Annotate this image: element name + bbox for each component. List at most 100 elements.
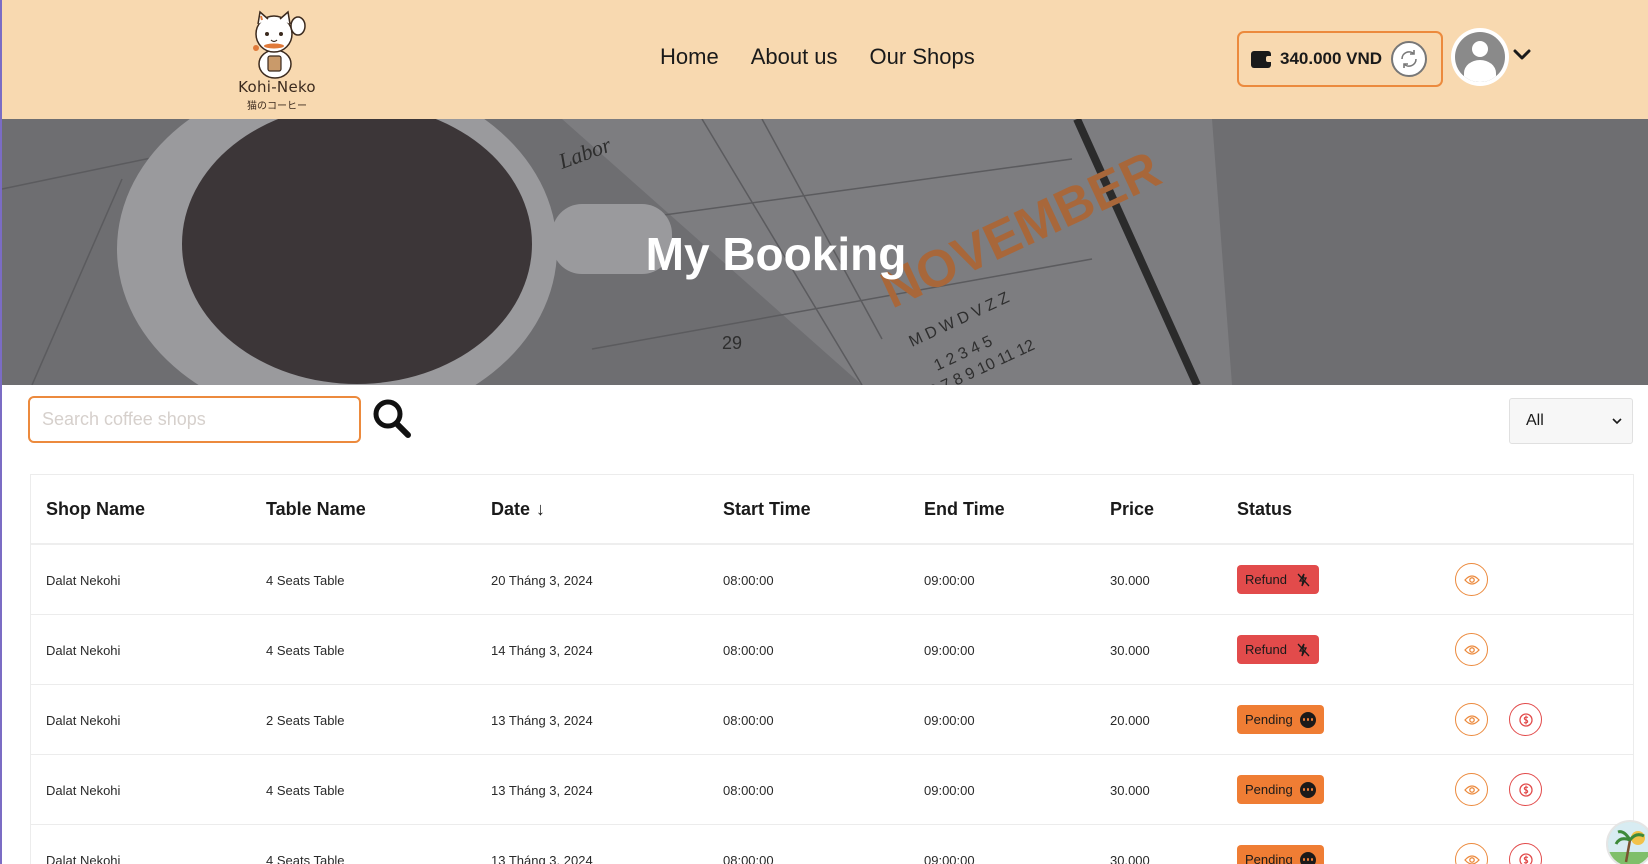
eye-icon (1463, 854, 1480, 864)
cell-table-name: 4 Seats Table (266, 573, 345, 588)
view-booking-button[interactable] (1455, 563, 1488, 596)
cell-price: 30.000 (1110, 783, 1150, 798)
status-badge: Refund (1237, 565, 1319, 594)
cell-table-name: 4 Seats Table (266, 853, 345, 864)
eye-icon (1463, 784, 1480, 795)
floating-widget-button[interactable] (1606, 820, 1648, 864)
refresh-icon (1401, 50, 1417, 68)
cell-date: 13 Tháng 3, 2024 (491, 783, 593, 798)
cell-end-time: 09:00:00 (924, 713, 975, 728)
user-avatar[interactable] (1451, 28, 1509, 86)
eye-icon (1463, 574, 1480, 585)
cell-end-time: 09:00:00 (924, 573, 975, 588)
table-header: Shop Name Table Name Date ↓ Start Time En… (31, 475, 1633, 545)
cell-end-time: 09:00:00 (924, 853, 975, 864)
wallet-box[interactable]: 340.000 VND (1237, 31, 1443, 87)
logo[interactable]: Kohi-Neko 猫のコーヒー (222, 4, 332, 116)
cell-table-name: 4 Seats Table (266, 783, 345, 798)
svg-text:29: 29 (722, 333, 742, 353)
column-header-date[interactable]: Date ↓ (491, 499, 545, 520)
cell-date: 14 Tháng 3, 2024 (491, 643, 593, 658)
view-booking-button[interactable] (1455, 633, 1488, 666)
nav-home[interactable]: Home (660, 44, 719, 70)
status-filter-value: All (1526, 412, 1544, 429)
sort-desc-icon: ↓ (536, 499, 546, 519)
nav-our-shops[interactable]: Our Shops (870, 44, 975, 70)
more-dots-icon (1300, 781, 1316, 798)
bookings-table: Shop Name Table Name Date ↓ Start Time En… (30, 474, 1634, 864)
search-icon[interactable] (371, 397, 413, 441)
cell-price: 20.000 (1110, 713, 1150, 728)
cell-date: 13 Tháng 3, 2024 (491, 713, 593, 728)
status-label: Refund (1245, 642, 1287, 657)
cell-start-time: 08:00:00 (723, 853, 774, 864)
column-header-end-time[interactable]: End Time (924, 499, 1005, 520)
cell-start-time: 08:00:00 (723, 713, 774, 728)
money-refund-icon (1518, 782, 1533, 797)
refresh-button[interactable] (1391, 41, 1427, 77)
view-booking-button[interactable] (1455, 843, 1488, 864)
no-money-icon (1295, 572, 1311, 588)
view-booking-button[interactable] (1455, 703, 1488, 736)
eye-icon (1463, 644, 1480, 655)
cell-shop-name: Dalat Nekohi (46, 853, 121, 864)
main-nav: Home About us Our Shops (660, 44, 975, 70)
table-row: Dalat Nekohi 4 Seats Table 13 Tháng 3, 2… (31, 825, 1633, 864)
view-booking-button[interactable] (1455, 773, 1488, 806)
cell-start-time: 08:00:00 (723, 573, 774, 588)
column-header-start-time[interactable]: Start Time (723, 499, 811, 520)
column-header-date-label: Date (491, 499, 531, 519)
cell-table-name: 4 Seats Table (266, 643, 345, 658)
status-badge: Pending (1237, 775, 1324, 804)
cell-date: 20 Tháng 3, 2024 (491, 573, 593, 588)
table-row: Dalat Nekohi 4 Seats Table 13 Tháng 3, 2… (31, 755, 1633, 825)
lucky-cat-logo-icon (253, 10, 306, 79)
request-refund-button[interactable] (1509, 773, 1542, 806)
cell-date: 13 Tháng 3, 2024 (491, 853, 593, 864)
logo-name: Kohi-Neko (238, 78, 316, 96)
cell-shop-name: Dalat Nekohi (46, 783, 121, 798)
money-refund-icon (1518, 712, 1533, 727)
wallet-balance: 340.000 VND (1280, 49, 1383, 68)
page-title: My Booking (645, 228, 907, 280)
more-dots-icon (1300, 851, 1316, 864)
table-row: Dalat Nekohi 4 Seats Table 20 Tháng 3, 2… (31, 545, 1633, 615)
request-refund-button[interactable] (1509, 703, 1542, 736)
status-badge: Pending (1237, 845, 1324, 864)
logo-subtitle: 猫のコーヒー (247, 101, 307, 112)
cell-table-name: 2 Seats Table (266, 713, 345, 728)
table-row: Dalat Nekohi 4 Seats Table 14 Tháng 3, 2… (31, 615, 1633, 685)
more-dots-icon (1300, 711, 1316, 728)
search-input[interactable] (28, 396, 361, 443)
status-badge: Pending (1237, 705, 1324, 734)
no-money-icon (1295, 642, 1311, 658)
money-refund-icon (1518, 852, 1533, 864)
status-label: Pending (1245, 782, 1293, 797)
table-row: Dalat Nekohi 2 Seats Table 13 Tháng 3, 2… (31, 685, 1633, 755)
status-label: Pending (1245, 852, 1293, 864)
cell-price: 30.000 (1110, 643, 1150, 658)
site-header: Kohi-Neko 猫のコーヒー Home About us Our Shops… (2, 0, 1648, 119)
page: Kohi-Neko 猫のコーヒー Home About us Our Shops… (0, 0, 1648, 864)
status-filter-select[interactable]: All (1509, 398, 1633, 444)
cell-shop-name: Dalat Nekohi (46, 713, 121, 728)
palm-tree-icon (1608, 822, 1648, 864)
column-header-table-name[interactable]: Table Name (266, 499, 366, 520)
chevron-down-icon[interactable] (1512, 48, 1532, 62)
status-label: Refund (1245, 572, 1287, 587)
nav-about-us[interactable]: About us (751, 44, 838, 70)
cell-price: 30.000 (1110, 853, 1150, 864)
column-header-shop-name[interactable]: Shop Name (46, 499, 145, 520)
request-refund-button[interactable] (1509, 843, 1542, 864)
column-header-price[interactable]: Price (1110, 499, 1154, 520)
status-label: Pending (1245, 712, 1293, 727)
eye-icon (1463, 714, 1480, 725)
cell-shop-name: Dalat Nekohi (46, 643, 121, 658)
status-badge: Refund (1237, 635, 1319, 664)
cell-price: 30.000 (1110, 573, 1150, 588)
cell-shop-name: Dalat Nekohi (46, 573, 121, 588)
chevron-down-icon (1612, 418, 1622, 425)
cell-end-time: 09:00:00 (924, 783, 975, 798)
cell-end-time: 09:00:00 (924, 643, 975, 658)
column-header-status[interactable]: Status (1237, 499, 1292, 520)
